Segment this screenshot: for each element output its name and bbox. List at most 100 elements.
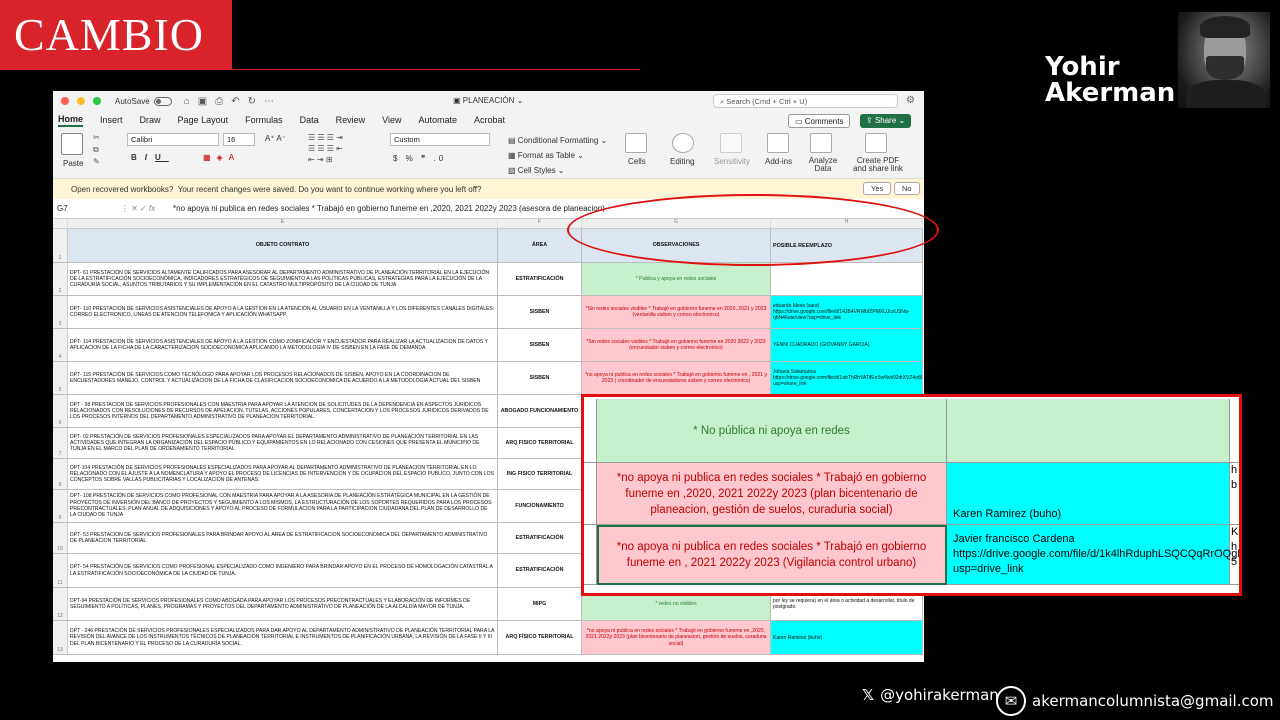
row-number[interactable]: 6 [53, 395, 68, 427]
addins-icon[interactable] [767, 133, 789, 153]
zoom-cell-posible-reemplazo[interactable]: Karen Ramirez (buho) [947, 463, 1230, 525]
cell-posible-reemplazo[interactable]: YENNI CUADRADO (GIOVANNY GARCIA) [771, 329, 923, 361]
row-number[interactable]: 1 [53, 229, 68, 262]
cell-observaciones[interactable]: *Sin redes sociales visibles * Trabajó e… [582, 329, 771, 361]
zoom-cell-observaciones[interactable]: * No pública ni apoya en redes [597, 399, 947, 463]
row-number[interactable]: 9 [53, 490, 68, 522]
cell-objeto[interactable]: DPT- 02 PRESTACIÓN DE SERVICIOS PROFESIO… [68, 428, 498, 458]
cell-posible-reemplazo[interactable] [771, 263, 923, 295]
conditional-formatting-button[interactable]: ▤ Conditional Formatting ⌄ [508, 133, 607, 148]
row-number[interactable]: 11 [53, 554, 68, 587]
font-grow-icons[interactable]: A⁺ A⁻ [265, 134, 286, 143]
row-number[interactable]: 2 [53, 263, 68, 295]
row-number[interactable]: 3 [53, 296, 68, 328]
row-number[interactable]: 5 [53, 362, 68, 394]
row-number[interactable]: 12 [53, 588, 68, 620]
close-window-button[interactable] [61, 97, 69, 105]
row-number[interactable]: 10 [53, 523, 68, 553]
cell-objeto[interactable]: DPT- 115 PRESTACIÓN DE SERVICIOS COMO TE… [68, 362, 498, 394]
search-input[interactable]: ⌕ Search (Cmd + Ctrl + U) [713, 94, 898, 108]
alignment-icons[interactable]: ☰ ☰ ☰ ⇥ ☰ ☰ ☰ ⇤ ⇤ ⇥ ⊞ [308, 132, 343, 165]
save-icon[interactable]: ▣ [198, 96, 207, 107]
tab-formulas[interactable]: Formulas [245, 115, 283, 125]
cell-observaciones[interactable]: *no apoya ni publica en redes sociales *… [582, 362, 771, 394]
analyze-data-icon[interactable] [810, 133, 832, 153]
cell-area[interactable]: ABOGADO FUNCIONAMIENTO [498, 395, 582, 427]
row-number[interactable]: 4 [53, 329, 68, 361]
number-format-select[interactable]: Custom [390, 133, 490, 146]
cell-area[interactable]: SISBEN [498, 296, 582, 328]
cell-styles-button[interactable]: ▧ Cell Styles ⌄ [508, 163, 607, 178]
cell-observaciones[interactable]: * Publica y apoya en redes sociales [582, 263, 771, 295]
cell-objeto[interactable]: DPT- 108 PRESTACIÓN DE SERVICIOS COMO PR… [68, 490, 498, 522]
tab-home[interactable]: Home [58, 114, 84, 127]
cell-objeto[interactable]: DPT- 54 PRESTACIÓN DE SERVICIOS COMO PRO… [68, 554, 498, 587]
cell-area[interactable]: SISBEN [498, 329, 582, 361]
cell-area[interactable]: FUNCIONAMIENTO [498, 490, 582, 522]
clipboard-icons[interactable]: ✂ ⧉ ✎ [93, 132, 100, 168]
cell-objeto[interactable]: DPT - 246 PRESTACIÓN DE SERVICIOS PROFES… [68, 621, 498, 654]
cell-observaciones[interactable]: *Sin redes sociales visibles * Trabajó e… [582, 296, 771, 328]
cells-icon[interactable] [625, 133, 647, 153]
select-all-corner[interactable] [53, 219, 68, 229]
cell-objeto[interactable]: DPT- 53 PRESTACION DE SERVICIOS PROFESIO… [68, 523, 498, 553]
color-buttons[interactable]: ▦◈A [203, 153, 240, 162]
tab-view[interactable]: View [382, 115, 401, 125]
tab-data[interactable]: Data [300, 115, 319, 125]
cell-objeto[interactable]: DPT - 98 PRESTACION DE SERVICIOS PROFESI… [68, 395, 498, 427]
tab-automate[interactable]: Automate [419, 115, 458, 125]
notice-yes-button[interactable]: Yes [863, 182, 892, 195]
cell-posible-reemplazo[interactable]: eduardo Mesa (sara) https://drive.google… [771, 296, 923, 328]
fx-icon[interactable]: ⋮ ✕ ✓ fx [103, 204, 173, 213]
cell-area[interactable]: ESTRATIFICACIÓN [498, 263, 582, 295]
create-pdf-icon[interactable] [865, 133, 887, 153]
notice-no-button[interactable]: No [894, 182, 920, 195]
zoom-cell-posible-reemplazo[interactable]: Javier francisco Cardena https://drive.g… [947, 525, 1239, 585]
paste-icon[interactable] [61, 133, 83, 155]
zoom-cell-observaciones[interactable]: *no apoya ni publica en redes sociales *… [597, 525, 947, 585]
print-icon[interactable]: ⎙ [215, 96, 223, 107]
cell-objeto[interactable]: DPT-104 PRESTACIÓN DE SERVICIOS PROFESIO… [68, 459, 498, 489]
cell-objeto[interactable]: DPT- 110 PRESTACION DE SERVICIOS ASISTEN… [68, 296, 498, 328]
font-name-select[interactable]: Calibri [127, 133, 219, 146]
comments-button[interactable]: ▭ Comments [788, 114, 851, 128]
cell-objeto[interactable]: DPT-94 PRESTACIÓN DE SERVICIOS PROFESION… [68, 588, 498, 620]
tab-draw[interactable]: Draw [140, 115, 161, 125]
font-style-buttons[interactable]: BIU [131, 153, 169, 162]
cell-area[interactable]: ARQ FÍSICO TERRITORIAL [498, 621, 582, 654]
zoom-cell-posible-reemplazo[interactable] [947, 399, 1230, 463]
maximize-window-button[interactable] [93, 97, 101, 105]
document-title[interactable]: ▣ PLANEACIÓN ⌄ [453, 96, 523, 105]
more-icon[interactable]: ⋯ [264, 96, 274, 107]
row-number[interactable]: 8 [53, 459, 68, 489]
share-button[interactable]: ⇪ Share ⌄ [860, 114, 912, 128]
home-icon[interactable]: ⌂ [184, 96, 190, 107]
column-header[interactable]: E [68, 219, 498, 229]
number-format-icons[interactable]: $ % ❞ .0 [393, 154, 446, 163]
sensitivity-icon[interactable] [720, 133, 742, 153]
font-size-select[interactable]: 16 [223, 133, 255, 146]
row-number[interactable]: 13 [53, 621, 68, 654]
settings-icon[interactable]: ⚙ [906, 95, 915, 106]
cell-posible-reemplazo[interactable]: Karen Ramirez (buho) [771, 621, 923, 654]
cell-area[interactable]: MIPG [498, 588, 582, 620]
cell-posible-reemplazo[interactable]: Johana Salamanca https://drive.google.co… [771, 362, 923, 394]
cell-area[interactable]: ESTRATIFICACIÓN [498, 554, 582, 587]
header-objeto[interactable]: OBJETO CONTRATO [68, 229, 498, 262]
editing-icon[interactable] [672, 133, 694, 153]
redo-icon[interactable]: ↻ [248, 96, 256, 107]
tab-review[interactable]: Review [336, 115, 366, 125]
cell-observaciones[interactable]: *no apoya ni publica en redes sociales *… [582, 621, 771, 654]
cell-objeto[interactable]: DPT- 114 PRESTACION DE SERVICIOS ASISTEN… [68, 329, 498, 361]
tab-acrobat[interactable]: Acrobat [474, 115, 505, 125]
cell-area[interactable]: SISBEN [498, 362, 582, 394]
tab-insert[interactable]: Insert [100, 115, 123, 125]
name-box[interactable]: G7 [53, 204, 103, 213]
cell-objeto[interactable]: DPT- 61 PRESTACIÓN DE SERVICIOS ALTAMENT… [68, 263, 498, 295]
formula-input[interactable]: *no apoya ni publica en redes sociales *… [173, 204, 605, 213]
format-as-table-button[interactable]: ▦ Format as Table ⌄ [508, 148, 607, 163]
cell-area[interactable]: ING FISICO TERRITORIAL [498, 459, 582, 489]
zoom-cell-observaciones[interactable]: *no apoya ni publica en redes sociales *… [597, 463, 947, 525]
autosave-toggle[interactable] [153, 96, 172, 106]
cell-area[interactable]: ESTRATIFICACIÓN [498, 523, 582, 553]
